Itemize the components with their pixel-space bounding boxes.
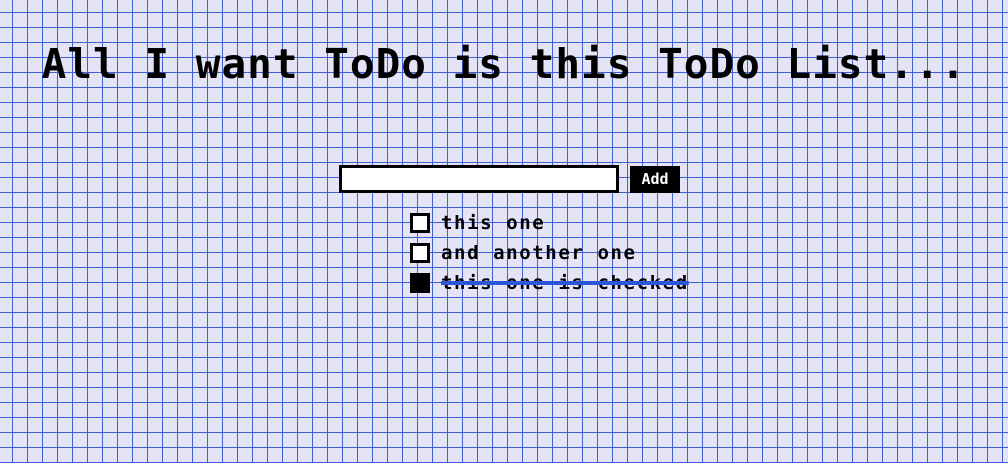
todo-checkbox[interactable] xyxy=(410,243,430,263)
add-todo-form: Add xyxy=(339,165,680,193)
add-button[interactable]: Add xyxy=(630,165,680,193)
page-title: All I want ToDo is this ToDo List... xyxy=(41,40,967,88)
todo-checkbox[interactable] xyxy=(410,213,430,233)
todo-item: and another one xyxy=(410,238,689,268)
todo-input[interactable] xyxy=(339,165,619,193)
todo-list: this one and another one this one is che… xyxy=(410,208,689,298)
todo-text: this one is checked xyxy=(441,272,689,294)
todo-checkbox[interactable] xyxy=(410,273,430,293)
todo-text: and another one xyxy=(441,242,637,264)
todo-text: this one xyxy=(441,212,546,234)
todo-item: this one is checked xyxy=(410,268,689,298)
todo-item: this one xyxy=(410,208,689,238)
